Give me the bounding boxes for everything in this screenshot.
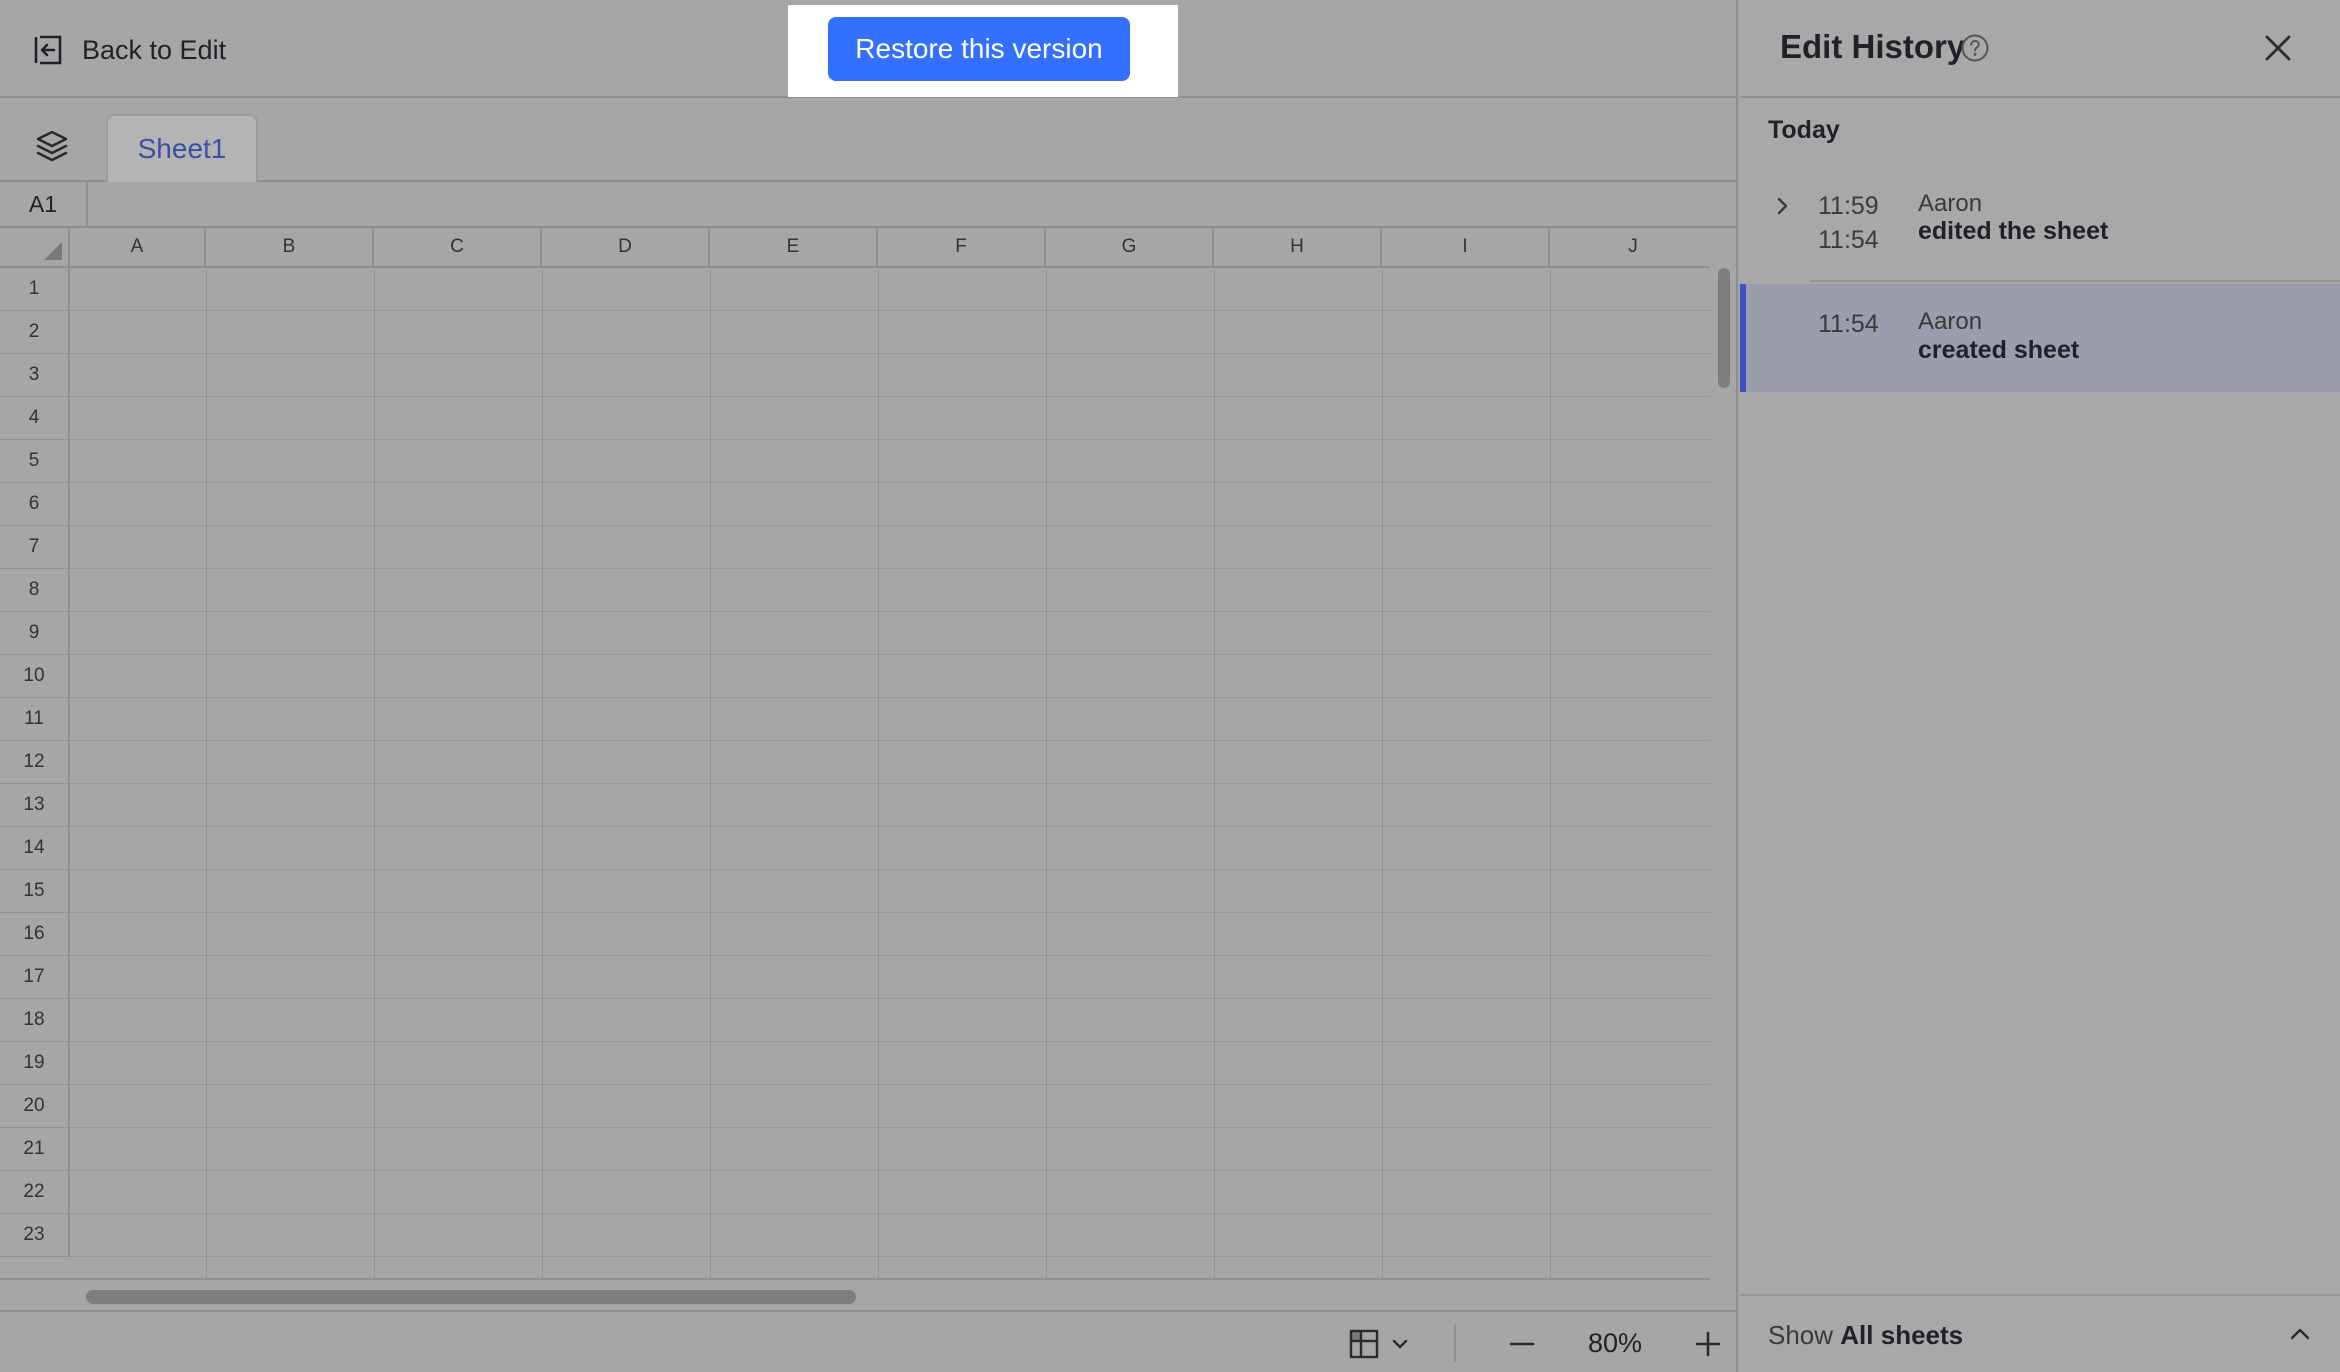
close-icon[interactable] xyxy=(2260,30,2296,66)
view-grid-icon[interactable] xyxy=(1348,1328,1380,1360)
column-header[interactable]: B xyxy=(206,228,374,268)
tab-sheet1[interactable]: Sheet1 xyxy=(106,114,258,182)
select-all-corner[interactable] xyxy=(0,228,70,268)
row-header[interactable]: 4 xyxy=(0,397,70,440)
help-icon[interactable] xyxy=(1960,33,1990,63)
row-header[interactable]: 3 xyxy=(0,354,70,397)
status-bar: 80% xyxy=(0,1310,1738,1372)
back-icon xyxy=(34,35,62,65)
row-header[interactable]: 2 xyxy=(0,311,70,354)
restore-version-button[interactable]: Restore this version xyxy=(828,17,1130,81)
history-item-selected[interactable]: 11:54 Aaron created sheet xyxy=(1740,284,2340,392)
row-header[interactable]: 20 xyxy=(0,1085,70,1128)
row-header[interactable]: 1 xyxy=(0,268,70,311)
show-value: All sheets xyxy=(1840,1320,1964,1350)
column-header[interactable]: J xyxy=(1550,228,1710,268)
history-group-label: Today xyxy=(1768,116,1840,144)
zoom-in-button[interactable] xyxy=(1692,1328,1724,1360)
back-to-edit-label: Back to Edit xyxy=(82,34,227,65)
column-header[interactable]: G xyxy=(1046,228,1214,268)
back-to-edit-button[interactable]: Back to Edit xyxy=(32,30,226,70)
history-item[interactable]: 11:59 11:54 Aaron edited the sheet xyxy=(1740,172,2340,280)
row-header[interactable]: 7 xyxy=(0,526,70,569)
panel-header: Edit History xyxy=(1740,0,2340,98)
row-header[interactable]: 14 xyxy=(0,827,70,870)
column-header[interactable]: A xyxy=(70,228,206,268)
row-header[interactable]: 21 xyxy=(0,1128,70,1171)
column-header[interactable]: I xyxy=(1382,228,1550,268)
row-header[interactable]: 12 xyxy=(0,741,70,784)
sheet-grid[interactable]: ABCDEFGHIJ 1 2 3 4 5 6 7 8 9 10 11 12 13 14 15 16 17 18 19… xyxy=(0,228,1710,1278)
sheet-tab-bar: Sheet1 xyxy=(0,100,1738,182)
row-header[interactable]: 11 xyxy=(0,698,70,741)
panel-footer: Show All sheets xyxy=(1740,1294,2340,1372)
column-headers: ABCDEFGHIJ xyxy=(70,228,1710,268)
spreadsheet-area: Back to Edit Restore this version Sheet1… xyxy=(0,0,1738,1372)
chevron-right-icon[interactable] xyxy=(1770,194,1794,218)
row-header[interactable]: 9 xyxy=(0,612,70,655)
history-time-start: 11:59 xyxy=(1818,192,1879,220)
row-header[interactable]: 19 xyxy=(0,1042,70,1085)
history-time-start: 11:54 xyxy=(1818,310,1879,338)
column-header[interactable]: D xyxy=(542,228,710,268)
formula-bar: A1 xyxy=(0,182,1738,228)
history-divider xyxy=(1810,280,2340,282)
row-header[interactable]: 8 xyxy=(0,569,70,612)
restore-highlight: Restore this version xyxy=(788,5,1178,97)
status-divider xyxy=(1454,1324,1456,1362)
row-header[interactable]: 16 xyxy=(0,913,70,956)
zoom-level: 80% xyxy=(1587,1328,1643,1358)
row-header[interactable]: 5 xyxy=(0,440,70,483)
history-action: created sheet xyxy=(1918,336,2080,364)
row-header[interactable]: 17 xyxy=(0,956,70,999)
history-action: edited the sheet xyxy=(1918,217,2109,245)
history-user: Aaron xyxy=(1918,308,1983,335)
row-header[interactable]: 6 xyxy=(0,483,70,526)
vertical-scrollbar[interactable] xyxy=(1718,268,1730,388)
column-header[interactable]: H xyxy=(1214,228,1382,268)
row-header[interactable]: 23 xyxy=(0,1214,70,1257)
chevron-up-icon[interactable] xyxy=(2286,1320,2314,1348)
show-sheets-filter[interactable]: Show All sheets xyxy=(1768,1320,1963,1351)
history-time-end: 11:54 xyxy=(1818,226,1879,254)
edit-history-panel: Edit History Today 11:59 11:54 Aaron edi… xyxy=(1740,0,2340,1372)
row-header[interactable]: 15 xyxy=(0,870,70,913)
horizontal-scrollbar[interactable] xyxy=(86,1290,856,1304)
layers-icon[interactable] xyxy=(32,126,72,166)
row-headers: 1 2 3 4 5 6 7 8 9 10 11 12 13 14 15 16 17 18 19 20 21 22 23 xyxy=(0,268,70,1257)
cell-area[interactable] xyxy=(70,268,1710,1278)
column-header[interactable]: E xyxy=(710,228,878,268)
cell-reference[interactable]: A1 xyxy=(0,182,88,226)
chevron-down-icon[interactable] xyxy=(1390,1334,1410,1354)
row-header[interactable]: 22 xyxy=(0,1171,70,1214)
column-header[interactable]: C xyxy=(374,228,542,268)
panel-title: Edit History xyxy=(1780,28,1966,65)
column-header[interactable]: F xyxy=(878,228,1046,268)
horizontal-scroll-track xyxy=(0,1278,1710,1310)
top-bar: Back to Edit Restore this version xyxy=(0,0,1738,98)
row-header[interactable]: 13 xyxy=(0,784,70,827)
row-header[interactable]: 10 xyxy=(0,655,70,698)
show-prefix: Show xyxy=(1768,1320,1834,1350)
row-header[interactable]: 18 xyxy=(0,999,70,1042)
zoom-out-button[interactable] xyxy=(1506,1328,1538,1360)
history-user: Aaron xyxy=(1918,190,1983,217)
